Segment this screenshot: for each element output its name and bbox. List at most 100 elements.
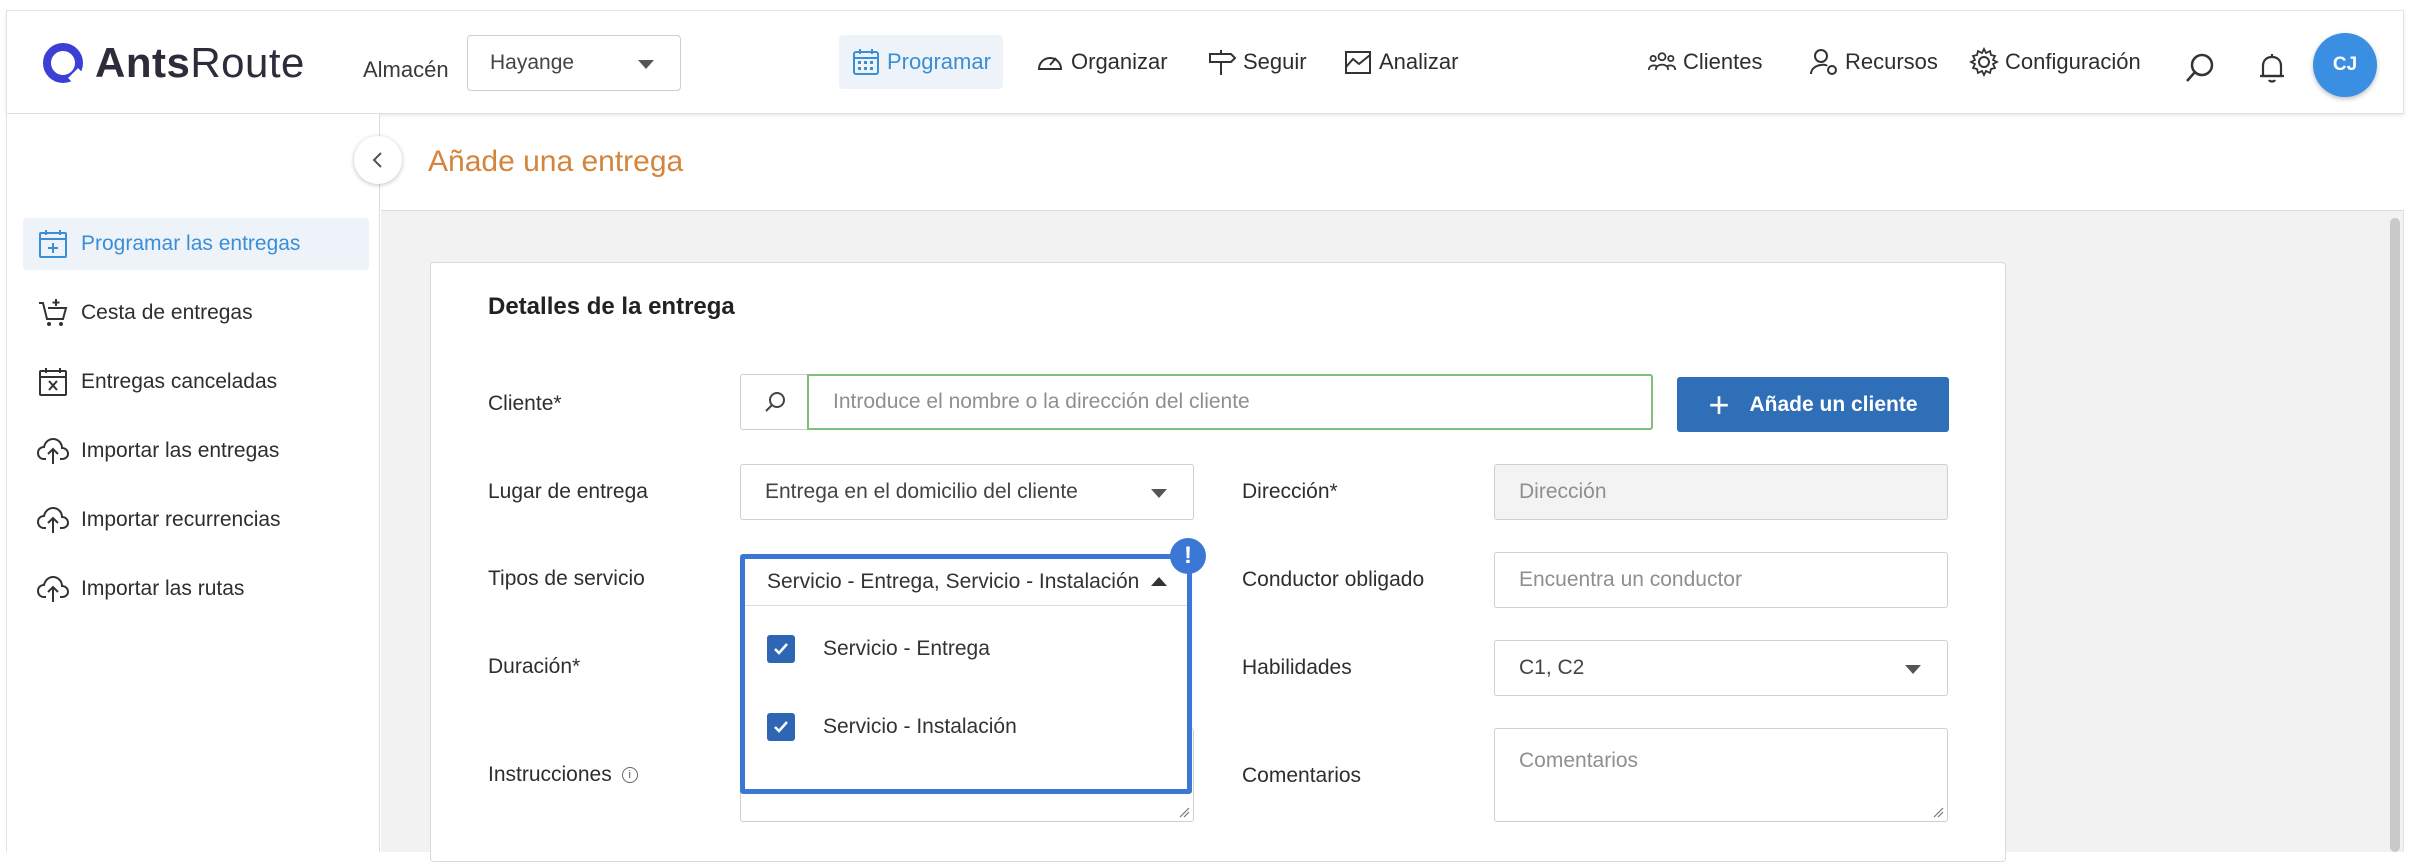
cloud-upload-icon	[37, 575, 69, 602]
nav-configuracion-label: Configuración	[2005, 49, 2141, 74]
search-icon[interactable]	[2183, 51, 2217, 85]
resize-handle-icon[interactable]	[1178, 806, 1190, 818]
comments-textarea[interactable]: Comentarios	[1494, 728, 1948, 822]
driver-placeholder: Encuentra un conductor	[1519, 568, 1742, 591]
delivery-place-select[interactable]: Entrega en el domicilio del cliente	[740, 464, 1194, 520]
conductor-label: Conductor obligado	[1242, 568, 1425, 591]
top-header: AntsRoute Almacén Hayange Programar Orga…	[6, 10, 2404, 114]
nav-analizar[interactable]: Analizar	[1343, 35, 1458, 89]
service-types-value: Servicio - Entrega, Servicio - Instalaci…	[767, 570, 1140, 593]
service-option-entrega[interactable]: Servicio - Entrega	[745, 619, 1187, 679]
sidebar-item-cesta[interactable]: Cesta de entregas	[23, 287, 369, 339]
sidebar-collapse-button[interactable]	[354, 136, 402, 184]
chevron-left-icon	[372, 152, 382, 168]
nav-clientes-label: Clientes	[1683, 49, 1763, 74]
gear-icon	[1969, 47, 1999, 77]
sidebar-item-importar-entregas[interactable]: Importar las entregas	[23, 425, 369, 477]
delivery-place-value: Entrega en el domicilio del cliente	[765, 480, 1078, 503]
cloud-upload-icon	[37, 437, 69, 464]
lugar-label: Lugar de entrega	[488, 480, 648, 503]
sidebar-item-label: Cesta de entregas	[81, 301, 253, 324]
client-search-button[interactable]	[740, 374, 808, 430]
checkbox-checked-icon[interactable]	[767, 713, 795, 741]
nav-organizar[interactable]: Organizar	[1035, 35, 1168, 89]
check-icon	[774, 643, 788, 655]
nav-recursos-label: Recursos	[1845, 49, 1938, 74]
address-input[interactable]: Dirección	[1494, 464, 1948, 520]
nav-programar-label: Programar	[887, 49, 991, 74]
sidebar-item-label: Entregas canceladas	[81, 370, 278, 393]
service-types-select[interactable]: Servicio - Entrega, Servicio - Instalaci…	[745, 559, 1187, 606]
app-window: AntsRoute Almacén Hayange Programar Orga…	[0, 0, 2410, 862]
chevron-down-icon	[638, 60, 654, 69]
instrucciones-text: Instrucciones	[488, 763, 612, 786]
nav-programar[interactable]: Programar	[839, 35, 1003, 89]
service-types-dropdown[interactable]: Servicio - Entrega, Servicio - Instalaci…	[740, 554, 1192, 794]
sidebar-item-label: Programar las entregas	[81, 232, 301, 255]
skills-select[interactable]: C1, C2	[1494, 640, 1948, 696]
page-title: Añade una entrega	[428, 145, 684, 178]
warehouse-value: Hayange	[490, 51, 575, 74]
service-option-instalacion[interactable]: Servicio - Instalación	[745, 697, 1187, 757]
chevron-down-icon	[1151, 489, 1167, 498]
warehouse-select[interactable]: Hayange	[467, 35, 681, 91]
section-title: Detalles de la entrega	[488, 293, 735, 320]
gauge-icon	[1037, 57, 1063, 70]
plus-icon: +	[1708, 383, 1730, 425]
checkbox-checked-icon[interactable]	[767, 635, 795, 663]
cart-icon	[39, 299, 68, 326]
calendar-plus-icon	[39, 230, 67, 258]
sidebar-item-canceladas[interactable]: Entregas canceladas	[23, 356, 369, 408]
driver-input[interactable]: Encuentra un conductor	[1494, 552, 1948, 608]
habilidades-label: Habilidades	[1242, 656, 1352, 679]
logo-text-bold: Ants	[95, 39, 191, 86]
nav-seguir-label: Seguir	[1243, 49, 1307, 74]
duracion-label: Duración*	[488, 655, 581, 678]
nav-organizar-label: Organizar	[1071, 49, 1168, 74]
nav-analizar-label: Analizar	[1379, 49, 1459, 74]
resize-handle-icon[interactable]	[1932, 806, 1944, 818]
sidebar-item-programar-entregas[interactable]: Programar las entregas	[23, 218, 369, 270]
check-icon	[774, 721, 788, 733]
user-gear-icon	[1810, 49, 1837, 75]
sidebar-item-label: Importar las rutas	[81, 577, 245, 600]
cloud-upload-icon	[37, 506, 69, 533]
signpost-icon	[1209, 50, 1237, 75]
sidebar-item-label: Importar las entregas	[81, 439, 280, 462]
antsroute-logo[interactable]: AntsRoute	[43, 33, 305, 93]
chart-icon	[1345, 51, 1371, 74]
cliente-label: Cliente*	[488, 392, 562, 415]
direccion-label: Dirección*	[1242, 480, 1338, 503]
nav-clientes[interactable]: Clientes	[1647, 35, 1762, 89]
skills-value: C1, C2	[1519, 656, 1585, 679]
nav-configuracion[interactable]: Configuración	[1969, 35, 2141, 89]
sidebar-item-importar-rutas[interactable]: Importar las rutas	[23, 563, 369, 615]
bell-icon[interactable]	[2255, 51, 2289, 85]
tipos-label: Tipos de servicio	[488, 567, 645, 590]
nav-seguir[interactable]: Seguir	[1207, 35, 1307, 89]
instrucciones-label: Instrucciones i	[488, 763, 638, 787]
info-icon[interactable]: i	[621, 767, 638, 784]
content-scrollbar[interactable]	[2390, 218, 2400, 852]
nav-recursos[interactable]: Recursos	[1809, 35, 1938, 89]
calendar-icon	[853, 49, 879, 75]
service-option-label: Servicio - Entrega	[823, 637, 990, 660]
chevron-up-icon	[1151, 577, 1167, 586]
sidebar-item-label: Importar recurrencias	[81, 508, 281, 531]
user-avatar[interactable]: CJ	[2313, 33, 2377, 97]
warning-badge-icon: !	[1170, 538, 1206, 574]
comentarios-label: Comentarios	[1242, 764, 1362, 787]
service-option-label: Servicio - Instalación	[823, 715, 1017, 738]
add-client-label: Añade un cliente	[1749, 392, 1918, 416]
sidebar: Programar las entregas Cesta de entregas…	[6, 114, 380, 852]
calendar-x-icon	[39, 368, 67, 396]
add-client-button[interactable]: + Añade un cliente	[1677, 377, 1949, 432]
sidebar-item-importar-recurrencias[interactable]: Importar recurrencias	[23, 494, 369, 546]
comments-placeholder: Comentarios	[1519, 749, 1639, 772]
users-icon	[1647, 52, 1677, 71]
warehouse-label: Almacén	[363, 57, 449, 82]
logo-text-light: Route	[190, 39, 305, 86]
client-search-input[interactable]: Introduce el nombre o la dirección del c…	[807, 374, 1653, 430]
logo-mark-icon	[43, 43, 83, 83]
search-icon	[764, 392, 785, 412]
